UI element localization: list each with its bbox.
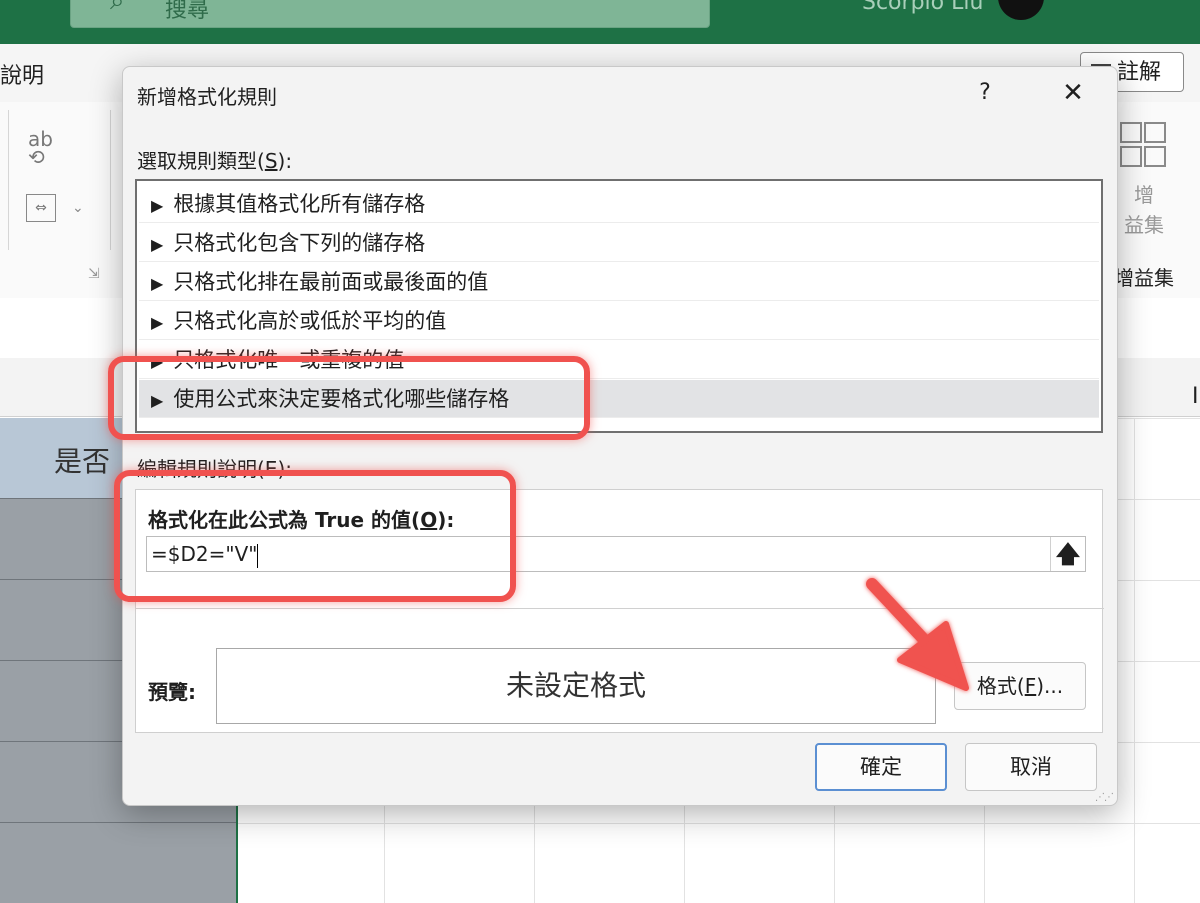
addins-button-label[interactable]: 增益集 bbox=[1124, 180, 1164, 240]
column-header-i[interactable]: I bbox=[1192, 384, 1199, 409]
format-button[interactable]: 格式(F)... bbox=[954, 662, 1086, 710]
ribbon-separator bbox=[8, 110, 9, 250]
spell-check-icon[interactable]: ab ⟲ bbox=[28, 127, 53, 167]
rule-type-item[interactable]: ▶ 只格式化排在最前面或最後面的值 bbox=[139, 263, 1099, 301]
header-cell-text: 是否 bbox=[54, 445, 111, 478]
addins-group-label: 增益集 bbox=[1114, 266, 1174, 290]
collapse-dialog-icon[interactable]: 🡅 bbox=[1050, 537, 1085, 571]
help-button[interactable]: ? bbox=[965, 75, 1005, 111]
addins-grid-icon[interactable] bbox=[1120, 122, 1168, 168]
preview-box: 未設定格式 bbox=[216, 648, 936, 724]
highlight-rule-type bbox=[108, 356, 590, 440]
cancel-button[interactable]: 取消 bbox=[965, 743, 1097, 791]
search-icon: ⌕ bbox=[110, 0, 125, 16]
tab-help[interactable]: 說明 bbox=[0, 58, 44, 90]
spell-icon-text: ab bbox=[28, 127, 53, 151]
dialog-title: 新增格式化規則 bbox=[137, 85, 277, 109]
dialog-launcher-icon[interactable]: ⇲ bbox=[88, 266, 100, 282]
wrap-text-icon[interactable]: ⇔ bbox=[26, 194, 56, 222]
ok-button[interactable]: 確定 bbox=[815, 743, 947, 791]
separator bbox=[136, 608, 1104, 609]
chevron-down-icon[interactable]: ⌄ bbox=[72, 200, 84, 216]
rule-type-item[interactable]: ▶ 只格式化包含下列的儲存格 bbox=[139, 224, 1099, 262]
close-button[interactable]: ✕ bbox=[1053, 75, 1093, 111]
resize-grip-icon[interactable]: ⋰⋰ bbox=[1095, 792, 1114, 803]
comment-button-label: 註解 bbox=[1117, 60, 1162, 85]
rule-type-item[interactable]: ▶ 只格式化高於或低於平均的值 bbox=[139, 302, 1099, 340]
preview-label: 預覽: bbox=[148, 680, 196, 704]
rule-type-item[interactable]: ▶ 根據其值格式化所有儲存格 bbox=[139, 185, 1099, 223]
user-name: Scorpio Liu bbox=[862, 0, 984, 15]
ribbon-separator bbox=[110, 110, 111, 250]
highlight-formula bbox=[114, 470, 516, 602]
select-rule-type-label: 選取規則類型(S): bbox=[137, 149, 293, 173]
search-placeholder: 搜尋 bbox=[165, 0, 210, 23]
